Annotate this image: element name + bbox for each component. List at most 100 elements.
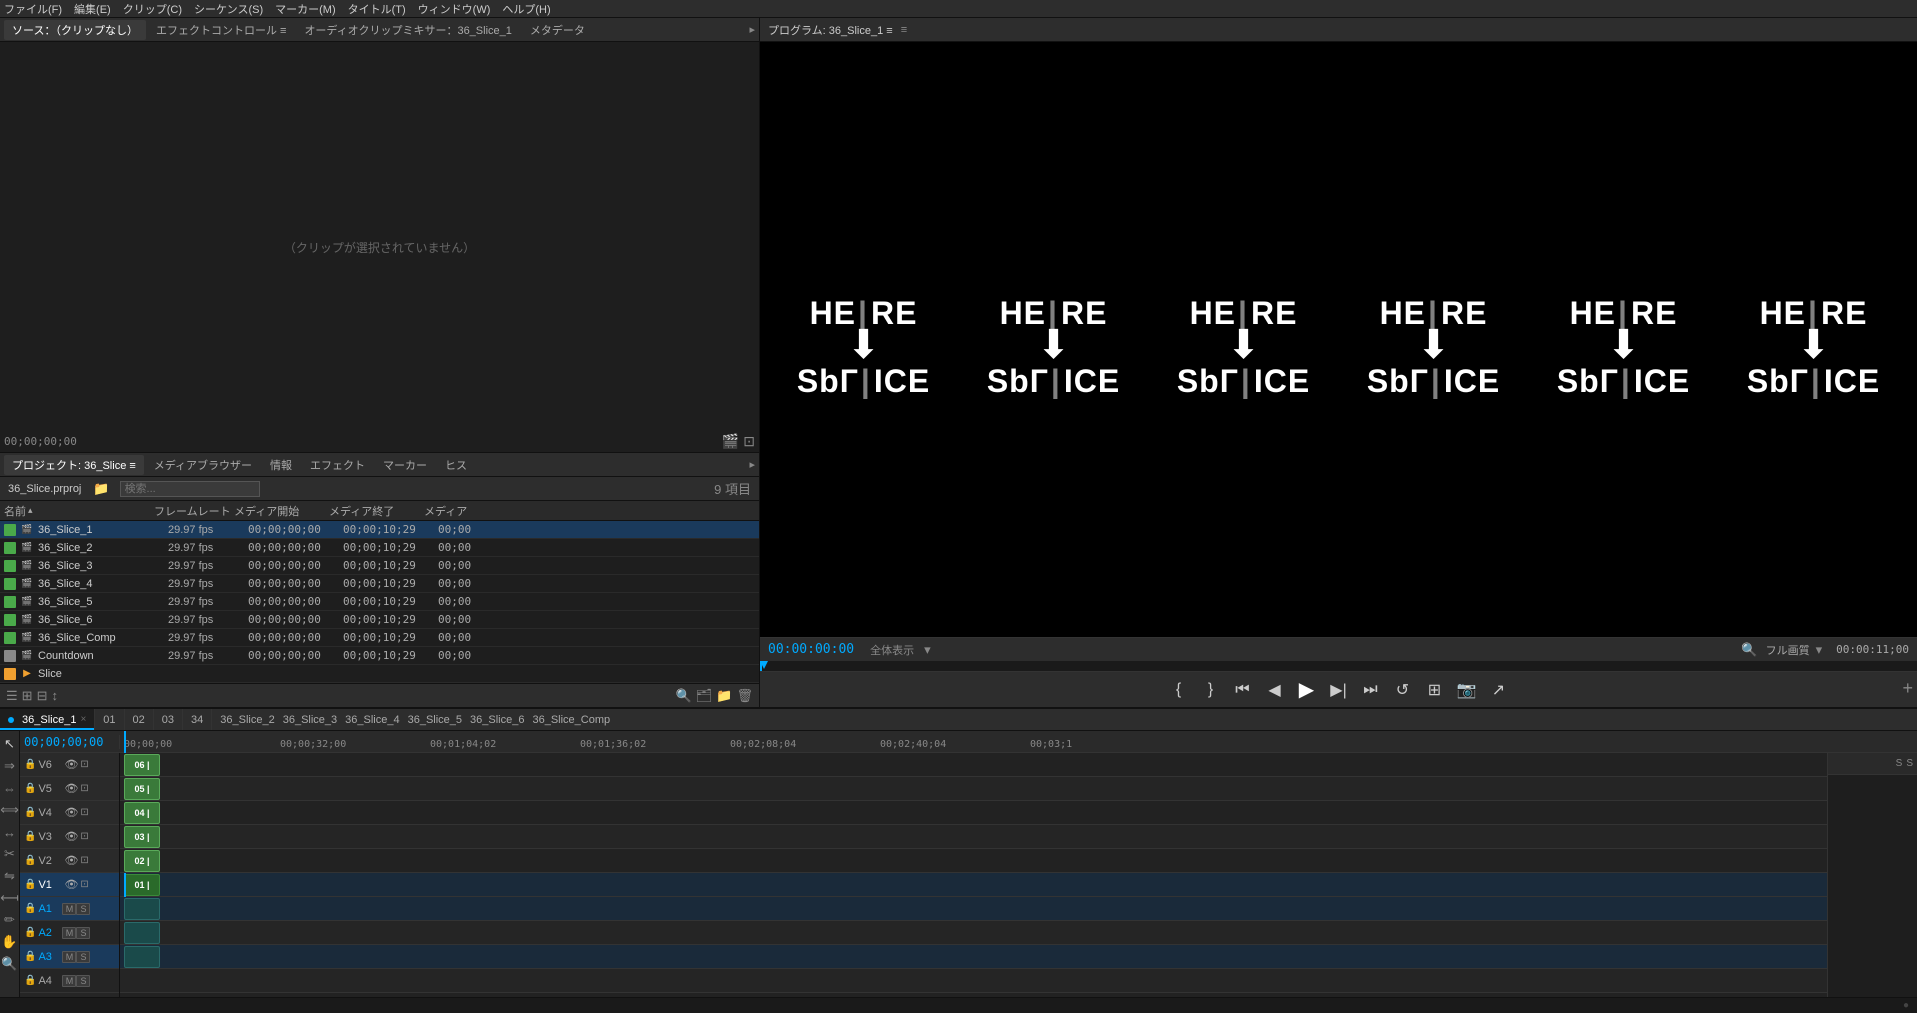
track-select-tool[interactable]: ⇒ — [1, 757, 19, 775]
export-frame-btn[interactable]: 📷 — [1455, 680, 1479, 700]
hand-tool[interactable]: ✋ — [1, 933, 19, 951]
new-bin-btn[interactable]: 📁 — [91, 481, 111, 497]
v1-mute-icon[interactable]: ⊡ — [80, 879, 88, 890]
ripple-edit-tool[interactable]: ⇔ — [1, 779, 19, 797]
seq-tab-close[interactable]: × — [80, 714, 86, 725]
rate-stretch-tool[interactable]: ↔ — [1, 823, 19, 841]
tab-audio-mixer[interactable]: オーディオクリップミキサー：36_Slice_1 — [296, 20, 519, 40]
menu-title[interactable]: タイトル(T) — [348, 1, 406, 17]
program-timeline-ruler[interactable] — [760, 661, 1917, 671]
a4-mute-btn[interactable]: M — [62, 975, 76, 987]
rolling-edit-tool[interactable]: ⟺ — [1, 801, 19, 819]
seq-tab-02[interactable]: 02 — [125, 709, 154, 730]
a2-mute-btn[interactable]: M — [62, 927, 76, 939]
list-view-btn[interactable]: ☰ — [6, 688, 18, 704]
a2-solo-btn[interactable]: S — [76, 927, 90, 939]
a4-lock-icon[interactable]: 🔒 — [24, 975, 36, 986]
a1-mute-btn[interactable]: M — [62, 903, 76, 915]
search-btn[interactable]: 🔍 — [676, 688, 692, 704]
track-row-v4[interactable]: 04 | — [120, 801, 1827, 825]
quality-label[interactable]: フル画質 — [1766, 642, 1810, 658]
v5-lock-icon[interactable]: 🔒 — [24, 783, 36, 794]
v4-lock-icon[interactable]: 🔒 — [24, 807, 36, 818]
project-item-4[interactable]: 🎬36_Slice_529.97 fps00;00;00;0000;00;10;… — [0, 593, 759, 611]
razor-tool[interactable]: ✂ — [1, 845, 19, 863]
freeform-view-btn[interactable]: ⊟ — [37, 688, 48, 704]
track-row-a1[interactable] — [120, 897, 1827, 921]
track-row-v6[interactable]: 06 | — [120, 753, 1827, 777]
export-btn[interactable]: ↗ — [1487, 680, 1511, 700]
timeline-timecode[interactable]: 00;00;00;00 — [24, 735, 103, 749]
menu-clip[interactable]: クリップ(C) — [123, 1, 182, 17]
project-item-1[interactable]: 🎬36_Slice_229.97 fps00;00;00;0000;00;10;… — [0, 539, 759, 557]
timeline-playhead[interactable] — [124, 731, 126, 753]
clip-v3[interactable]: 03 | — [124, 826, 160, 848]
v2-eye-icon[interactable]: 👁 — [64, 854, 78, 867]
track-row-v1[interactable]: 01 | — [120, 873, 1827, 897]
project-search-input[interactable] — [120, 481, 260, 497]
v2-lock-icon[interactable]: 🔒 — [24, 855, 36, 866]
mark-out-btn[interactable]: } — [1199, 681, 1223, 699]
menu-file[interactable]: ファイル(F) — [4, 1, 62, 17]
project-item-6[interactable]: 🎬36_Slice_Comp29.97 fps00;00;00;0000;00;… — [0, 629, 759, 647]
clip-a2[interactable] — [124, 922, 160, 944]
tab-effects[interactable]: エフェクト — [302, 455, 373, 475]
step-back-btn[interactable]: ◀ — [1263, 680, 1287, 700]
a1-solo-btn[interactable]: S — [76, 903, 90, 915]
project-item-8[interactable]: ▶Slice — [0, 665, 759, 683]
v5-mute-icon[interactable]: ⊡ — [80, 783, 88, 794]
seq-tab-03[interactable]: 03 — [154, 709, 183, 730]
a3-lock-icon[interactable]: 🔒 — [24, 951, 36, 962]
seq-tab-01[interactable]: 01 — [95, 709, 124, 730]
menu-sequence[interactable]: シーケンス(S) — [194, 1, 263, 17]
v3-mute-icon[interactable]: ⊡ — [80, 831, 88, 842]
seq-tab-36-slice-6[interactable]: 36_Slice_6 — [470, 714, 524, 726]
sort-btn[interactable]: ↕ — [51, 688, 58, 703]
go-to-in-btn[interactable]: ⏮ — [1231, 681, 1255, 699]
v2-mute-icon[interactable]: ⊡ — [80, 855, 88, 866]
seq-tab-36-slice-5[interactable]: 36_Slice_5 — [408, 714, 462, 726]
tab-effect-controls[interactable]: エフェクトコントロール ≡ — [148, 20, 294, 40]
v5-eye-icon[interactable]: 👁 — [64, 782, 78, 795]
v6-mute-icon[interactable]: ⊡ — [80, 759, 88, 770]
source-panel-menu[interactable]: ▸ — [745, 23, 755, 36]
v1-lock-icon[interactable]: 🔒 — [24, 879, 36, 890]
slide-tool[interactable]: ⟻ — [1, 889, 19, 907]
clip-v5[interactable]: 05 | — [124, 778, 160, 800]
source-export-frame[interactable]: 🎬 — [722, 433, 739, 450]
seq-tab-36-slice-3[interactable]: 36_Slice_3 — [283, 714, 337, 726]
project-panel-menu[interactable]: ▸ — [745, 458, 755, 471]
a2-lock-icon[interactable]: 🔒 — [24, 927, 36, 938]
track-row-a2[interactable] — [120, 921, 1827, 945]
clip-v4[interactable]: 04 | — [124, 802, 160, 824]
v4-eye-icon[interactable]: 👁 — [64, 806, 78, 819]
project-item-7[interactable]: 🎬Countdown29.97 fps00;00;00;0000;00;10;2… — [0, 647, 759, 665]
magnify-icon[interactable]: 🔍 — [1741, 642, 1757, 658]
selection-tool[interactable]: ↖ — [1, 735, 19, 753]
v4-mute-icon[interactable]: ⊡ — [80, 807, 88, 818]
menu-marker[interactable]: マーカー(M) — [275, 1, 336, 17]
pen-tool[interactable]: ✏ — [1, 911, 19, 929]
clip-a3[interactable] — [124, 946, 160, 968]
project-item-0[interactable]: 🎬36_Slice_129.97 fps00;00;00;0000;00;10;… — [0, 521, 759, 539]
zoom-dropdown-btn[interactable]: ▾ — [922, 642, 933, 658]
icon-view-btn[interactable]: ⊞ — [22, 688, 33, 704]
v6-eye-icon[interactable]: 👁 — [64, 758, 78, 771]
clip-v6[interactable]: 06 | — [124, 754, 160, 776]
seq-tab-36-slice-2[interactable]: 36_Slice_2 — [220, 714, 274, 726]
add-track-btn[interactable]: + — [1902, 678, 1913, 699]
go-to-out-btn[interactable]: ⏭ — [1359, 681, 1383, 699]
v1-eye-icon[interactable]: 👁 — [64, 878, 78, 891]
new-bin-btn2[interactable]: 📁 — [716, 688, 732, 704]
a3-mute-btn[interactable]: M — [62, 951, 76, 963]
tab-media-browser[interactable]: メディアブラウザー — [146, 455, 260, 475]
tab-metadata[interactable]: メタデータ — [522, 20, 593, 40]
program-timecode[interactable]: 00:00:00:00 — [768, 642, 854, 657]
tab-info[interactable]: 情報 — [262, 455, 300, 475]
a4-solo-btn[interactable]: S — [76, 975, 90, 987]
source-maximize[interactable]: ⊡ — [743, 433, 755, 450]
delete-btn[interactable]: 🗑 — [736, 688, 753, 704]
a1-lock-icon[interactable]: 🔒 — [24, 903, 36, 914]
seq-tab-main[interactable]: 36_Slice_1 × — [0, 709, 95, 730]
tab-project[interactable]: プロジェクト: 36_Slice ≡ — [4, 455, 144, 475]
